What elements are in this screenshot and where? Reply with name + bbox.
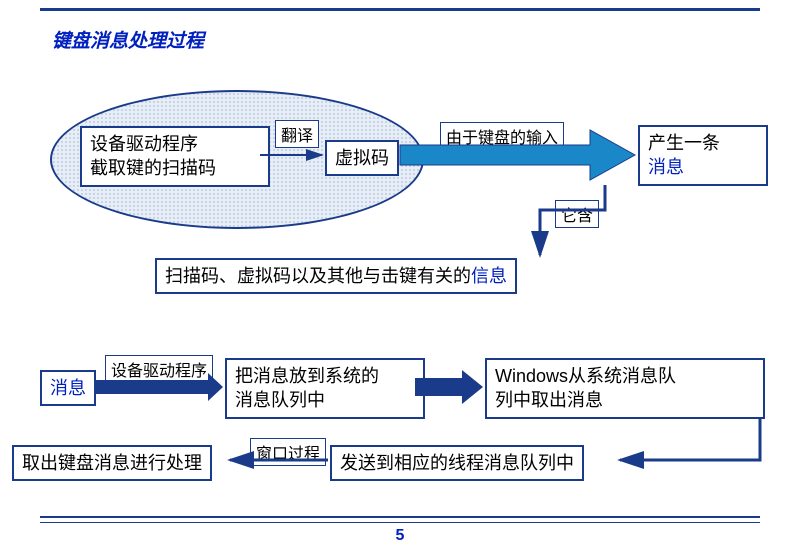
windows-dequeue-box: Windows从系统消息队 列中取出消息 [485,358,765,419]
contains-label: 它含 [555,200,599,228]
process-keyboard-box: 取出键盘消息进行处理 [12,445,212,481]
driver-label: 设备驱动程序 [105,355,213,383]
winproc-label: 窗口过程 [250,438,326,466]
keyboard-input-label: 由于键盘的输入 [440,122,564,150]
page-title: 键盘消息处理过程 [52,26,204,53]
top-rule [40,8,760,11]
page-number: 5 [0,527,800,545]
thread-queue-box: 发送到相应的线程消息队列中 [330,445,584,481]
produce-msg-box: 产生一条 消息 [638,125,768,186]
virtual-code-box: 虚拟码 [325,140,399,176]
system-queue-box: 把消息放到系统的 消息队列中 [225,358,425,419]
scan-code-box: 设备驱动程序 截取键的扫描码 [80,126,270,187]
info-box: 扫描码、虚拟码以及其他与击键有关的信息 [155,258,517,294]
translate-label: 翻译 [275,120,319,148]
msg-box: 消息 [40,370,96,406]
bottom-rule [40,516,760,523]
